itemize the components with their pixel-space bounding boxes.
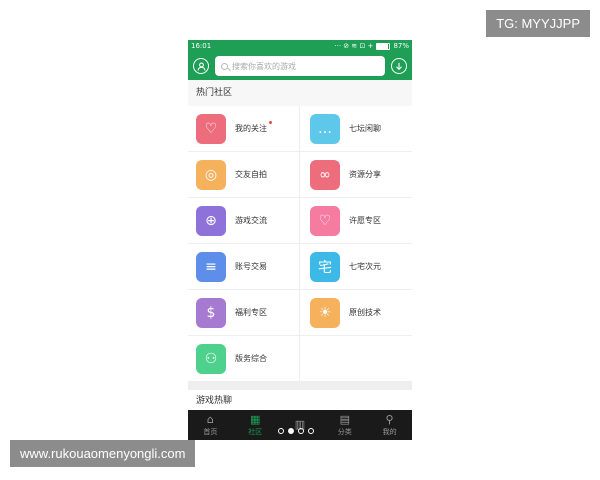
profile-icon: ⚲	[385, 412, 394, 426]
search-placeholder: 搜索你喜欢的游戏	[232, 61, 296, 71]
community-item[interactable]: 宅七宅次元	[300, 244, 412, 290]
community-item[interactable]: ♡ 我的关注	[188, 106, 300, 152]
heart-icon: ♡	[310, 205, 340, 236]
bottom-tab-bar: ⌂ 首页 ▦ 社区 ▥ ▤ 分类 ⚲ 我的	[188, 410, 412, 440]
hot-community-title: 热门社区	[188, 80, 412, 106]
tab-label: 我的	[382, 427, 397, 436]
user-icon[interactable]	[193, 58, 209, 74]
empty-cell	[300, 336, 412, 382]
home-icon: ⌂	[206, 412, 214, 426]
page-indicator	[278, 428, 314, 434]
community-item-label: 游戏交流	[235, 216, 267, 225]
watermark-top: TG: MYYJJPP	[486, 10, 590, 37]
pager-dot[interactable]	[308, 428, 314, 434]
piggy-bank-icon: $	[196, 297, 226, 328]
pager-dot[interactable]	[298, 428, 304, 434]
notification-dot	[269, 121, 272, 124]
community-item-label: 七宅次元	[349, 262, 381, 271]
tab-label: 分类	[337, 427, 352, 436]
account-trade-icon: ≡	[196, 251, 226, 282]
tab-item[interactable]: ▦ 社区	[233, 410, 278, 440]
community-item-label: 原创技术	[349, 308, 381, 317]
tab-label: 社区	[248, 427, 263, 436]
section-divider	[188, 382, 412, 390]
community-item[interactable]: ☀ 原创技术	[300, 290, 412, 336]
community-item-label: 版务综合	[235, 354, 267, 363]
watermark-bottom: www.rukouaomenyongli.com	[10, 440, 196, 467]
community-item-label: 资源分享	[349, 170, 381, 179]
search-input[interactable]: 搜索你喜欢的游戏	[215, 56, 385, 76]
community-item[interactable]: … 七坛闲聊	[300, 106, 412, 152]
community-item[interactable]: $ 福利专区	[188, 290, 300, 336]
community-grid-icon: ▦	[249, 412, 261, 426]
tab-item[interactable]: ▤ 分类	[322, 410, 367, 440]
gamepad-icon: ⊕	[196, 205, 226, 236]
battery-icon	[376, 42, 391, 50]
pager-dot[interactable]	[288, 428, 294, 434]
community-item-label: 我的关注	[235, 121, 272, 134]
camera-icon: ◎	[196, 159, 226, 190]
link-icon: ∞	[310, 159, 340, 190]
community-item-label: 交友自拍	[235, 170, 267, 179]
community-item-label: 七坛闲聊	[349, 124, 381, 133]
tab-item[interactable]: ⌂ 首页	[188, 410, 233, 440]
status-time: 16:01	[191, 42, 212, 50]
community-item[interactable]: ⊕ 游戏交流	[188, 198, 300, 244]
community-item[interactable]: ♡ 许愿专区	[300, 198, 412, 244]
status-bar: 16:01 ··· ⊘ ≋ ⊡ + 87%	[188, 40, 412, 52]
otaku-icon: 宅	[310, 251, 340, 282]
community-item-label: 福利专区	[235, 308, 267, 317]
app-header: 搜索你喜欢的游戏	[188, 52, 412, 80]
group-icon: ⚇	[196, 343, 226, 374]
community-item[interactable]: ◎ 交友自拍	[188, 152, 300, 198]
battery-level: 87%	[393, 42, 409, 50]
community-item-label: 账号交易	[235, 262, 267, 271]
community-item[interactable]: ≡ 账号交易	[188, 244, 300, 290]
game-chat-title: 游戏热聊	[188, 390, 412, 412]
community-grid: ♡ 我的关注 … 七坛闲聊 ◎ 交友自拍 ∞ 资源分享 ⊕ 游戏交流 ♡ 许愿专区 ≡ 账号交易 宅七宅次元…	[188, 106, 412, 382]
lightbulb-icon: ☀	[310, 297, 340, 328]
status-symbols: ··· ⊘ ≋ ⊡ +	[334, 42, 374, 50]
tab-item[interactable]: ▥	[278, 410, 323, 440]
search-icon	[221, 62, 228, 70]
status-icons: ··· ⊘ ≋ ⊡ + 87%	[334, 42, 409, 50]
community-item[interactable]: ∞ 资源分享	[300, 152, 412, 198]
community-item[interactable]: ⚇ 版务综合	[188, 336, 300, 382]
chat-bubble-icon: …	[310, 113, 340, 144]
heart-plus-icon: ♡	[196, 113, 226, 144]
tab-label: 首页	[203, 427, 218, 436]
community-item-label: 许愿专区	[349, 216, 381, 225]
phone-screen: 16:01 ··· ⊘ ≋ ⊡ + 87% 搜索你喜欢的游戏 热门社区 ♡ 我的关…	[188, 40, 412, 440]
book-icon: ▤	[339, 412, 350, 426]
tab-item[interactable]: ⚲ 我的	[367, 410, 412, 440]
pager-dot[interactable]	[278, 428, 284, 434]
download-icon[interactable]	[391, 58, 407, 74]
